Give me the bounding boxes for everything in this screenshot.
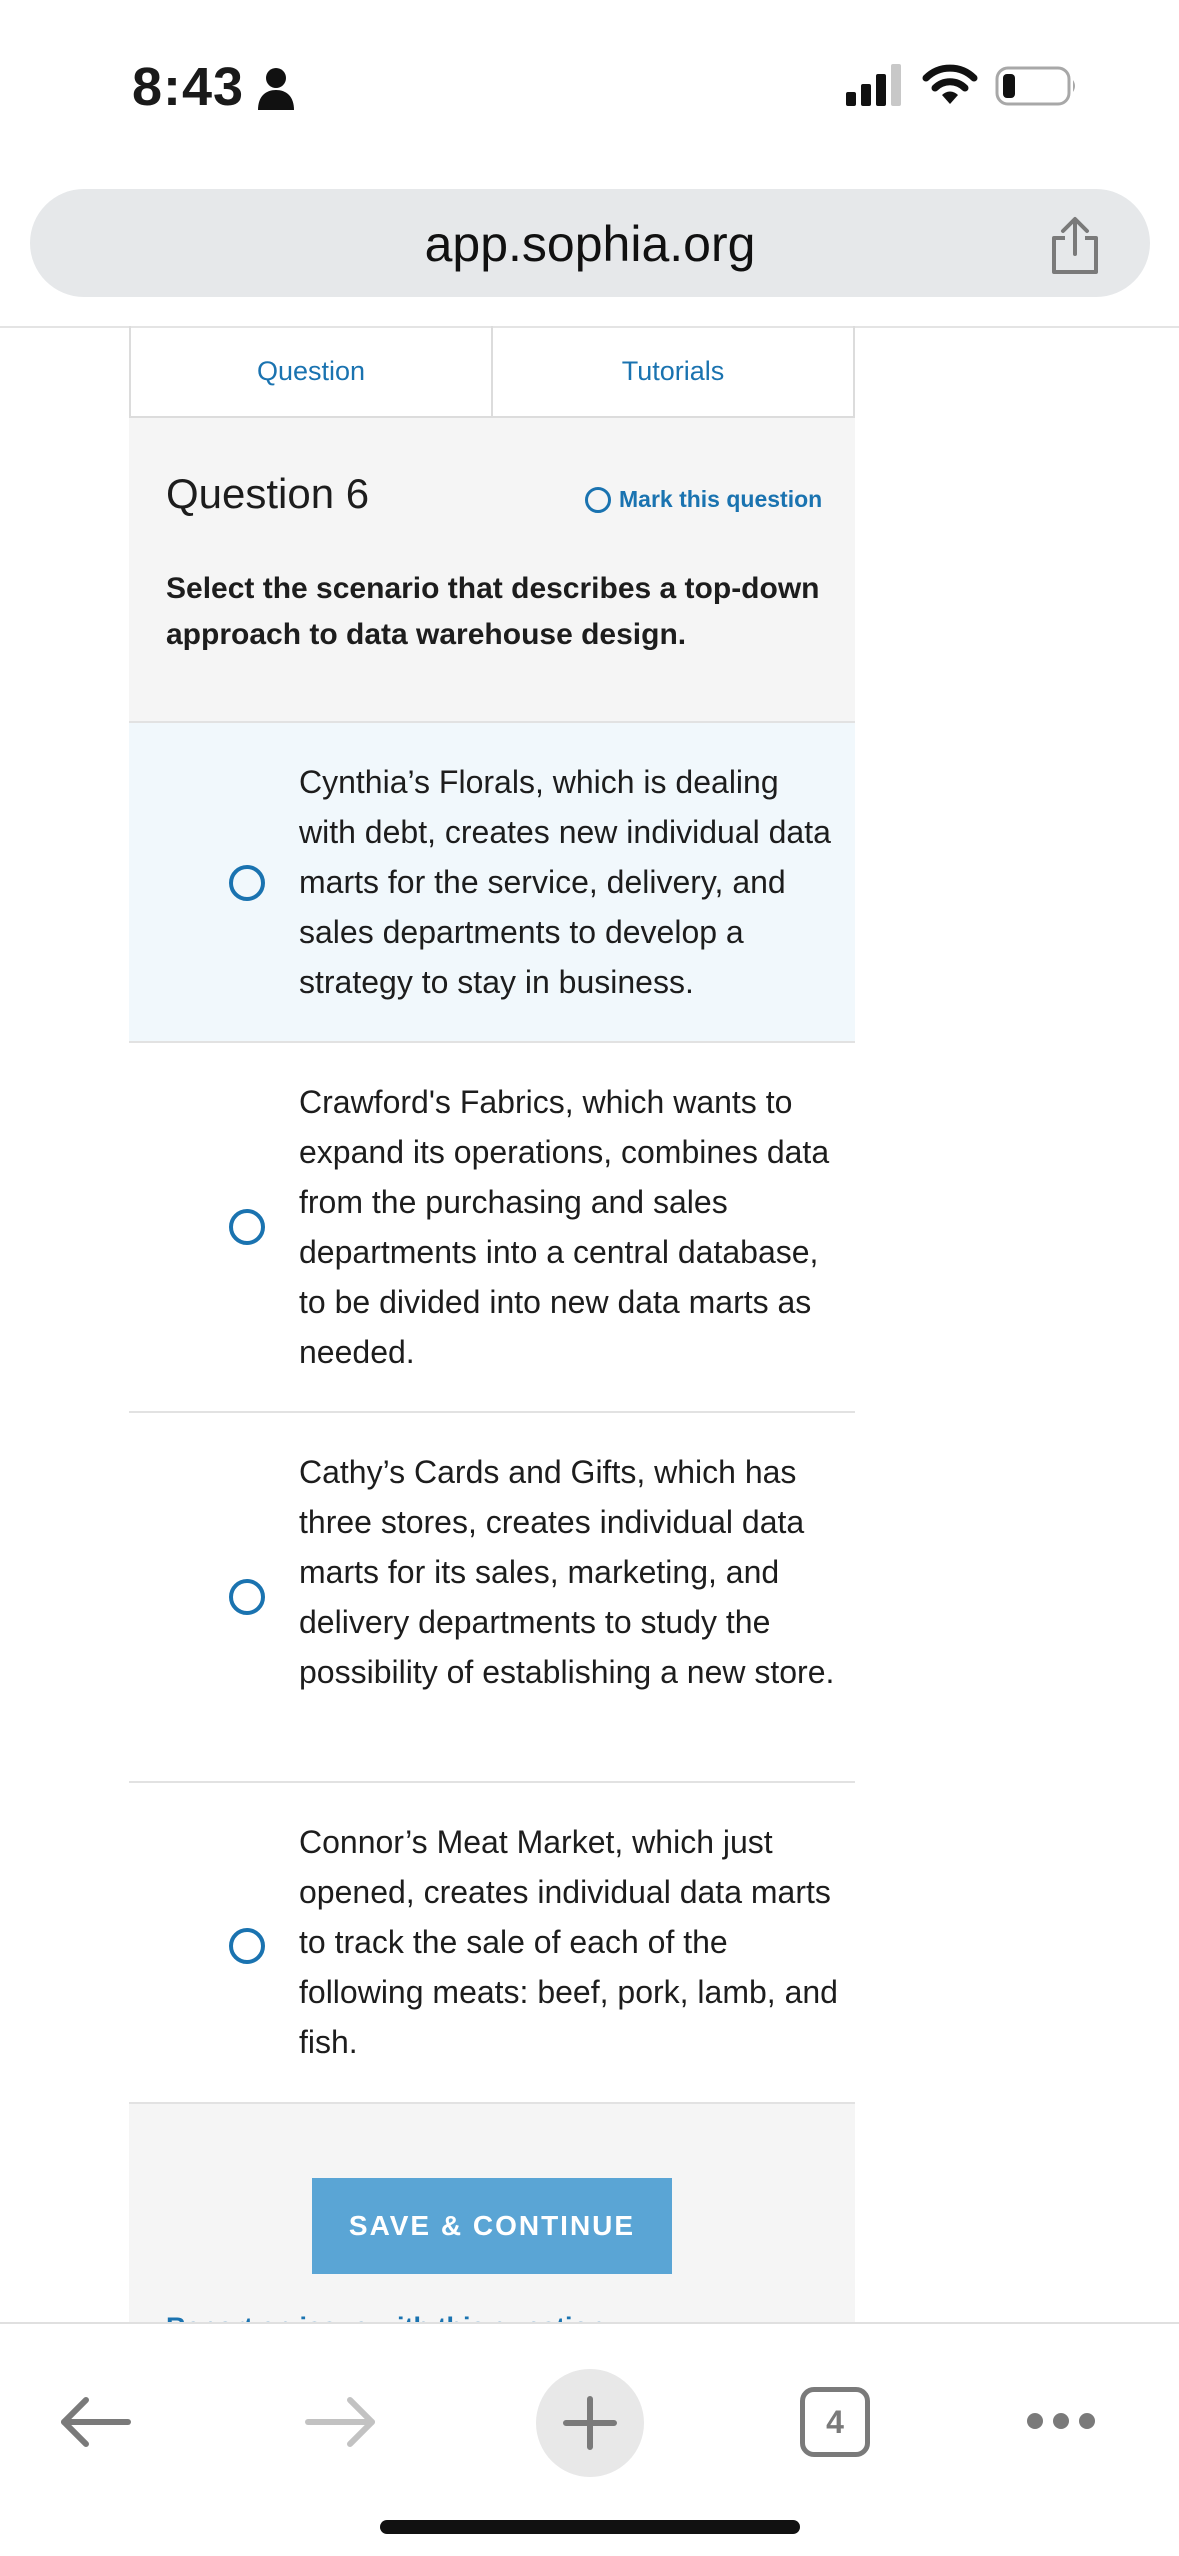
more-options-icon[interactable] (1025, 2410, 1097, 2432)
radio-button[interactable] (229, 1579, 265, 1615)
url-text: app.sophia.org (424, 216, 756, 272)
answer-option-1[interactable]: Cynthia’s Florals, which is dealing with… (129, 723, 855, 1043)
question-text: Select the scenario that describes a top… (166, 572, 820, 651)
question-title: Question 6 (166, 470, 370, 517)
mark-question-label: Mark this question (619, 486, 823, 512)
cellular-signal-icon (846, 64, 901, 106)
browser-toolbar: 4 (0, 2322, 1179, 2556)
share-icon[interactable] (1048, 216, 1102, 276)
answer-option-3[interactable]: Cathy’s Cards and Gifts, which has three… (129, 1413, 855, 1783)
tab-tutorials[interactable]: Tutorials (491, 326, 853, 416)
forward-arrow-icon[interactable] (304, 2394, 378, 2450)
radio-button[interactable] (229, 1928, 265, 1964)
plus-icon (563, 2396, 617, 2450)
tab-switcher-button[interactable]: 4 (800, 2387, 870, 2457)
wifi-icon (922, 64, 978, 104)
person-icon (258, 68, 294, 110)
tab-question[interactable]: Question (131, 326, 491, 416)
home-indicator[interactable] (380, 2520, 800, 2534)
status-bar: 8:43 (0, 0, 1179, 170)
new-tab-button[interactable] (536, 2369, 644, 2477)
question-tabs: Question Tutorials (129, 326, 855, 418)
option-text: Cathy’s Cards and Gifts, which has three… (299, 1454, 835, 1690)
status-time: 8:43 (132, 57, 245, 117)
back-arrow-icon[interactable] (58, 2394, 132, 2450)
question-header: Question 6 Mark this question Select the… (129, 418, 855, 723)
option-text: Cynthia’s Florals, which is dealing with… (299, 764, 831, 1000)
radio-button[interactable] (229, 865, 265, 901)
save-continue-button[interactable]: SAVE & CONTINUE (312, 2178, 672, 2274)
option-text: Connor’s Meat Market, which just opened,… (299, 1824, 838, 2060)
address-bar[interactable]: app.sophia.org (30, 189, 1150, 297)
mark-question-button[interactable]: Mark this question (585, 486, 822, 513)
radio-button[interactable] (229, 1209, 265, 1245)
battery-icon (995, 66, 1075, 106)
option-text: Crawford's Fabrics, which wants to expan… (299, 1084, 830, 1370)
answer-option-2[interactable]: Crawford's Fabrics, which wants to expan… (129, 1043, 855, 1413)
mark-circle-icon (585, 486, 611, 513)
answer-option-4[interactable]: Connor’s Meat Market, which just opened,… (129, 1783, 855, 2104)
question-footer: SAVE & CONTINUE Report an issue with thi… (129, 2104, 855, 2324)
